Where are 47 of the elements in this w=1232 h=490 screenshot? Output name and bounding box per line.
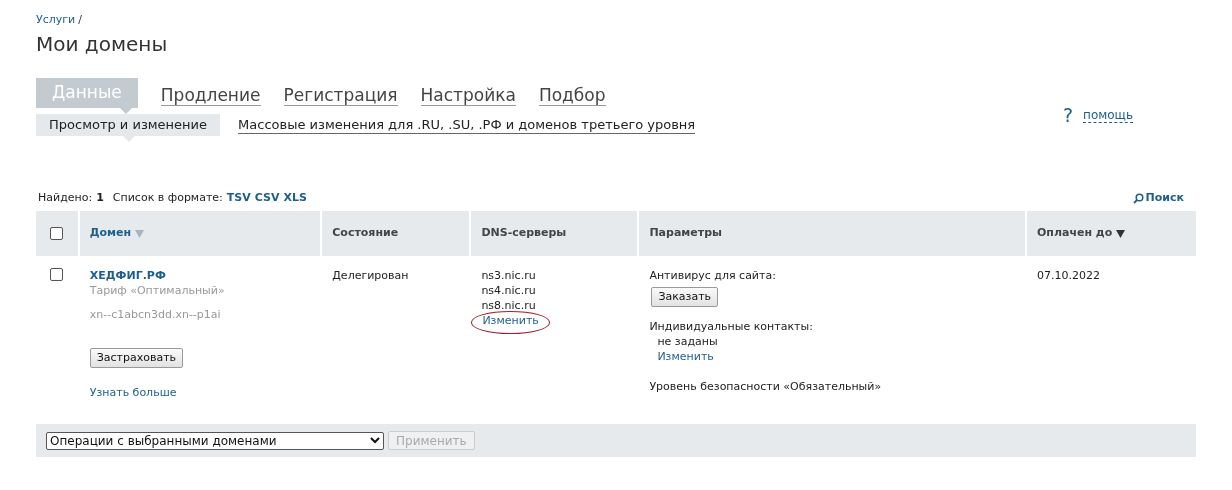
found-count: 1 xyxy=(96,189,104,206)
security-level-text: Уровень безопасности «Обязательный» xyxy=(649,379,882,394)
contacts-change-link[interactable]: Изменить xyxy=(657,349,714,364)
help-link[interactable]: помощь xyxy=(1083,107,1133,123)
dns-server-text: ns3.nic.ru xyxy=(481,268,536,283)
column-label: Оплачен до xyxy=(1037,225,1113,242)
breadcrumb-separator: / xyxy=(78,11,82,28)
search-icon xyxy=(1132,192,1144,204)
dns-server-text: ns4.nic.ru xyxy=(481,283,536,298)
tab[interactable]: Регистрация xyxy=(283,85,398,106)
search-link[interactable]: Поиск xyxy=(1132,189,1184,207)
tariff-text: Тариф «Оптимальный» xyxy=(89,283,225,298)
dns-change-link[interactable]: Изменить xyxy=(481,314,540,327)
help-icon: ? xyxy=(1062,105,1074,125)
tab[interactable]: Подбор xyxy=(538,85,606,106)
format-link[interactable]: TSV xyxy=(226,189,251,207)
contacts-value: не заданы xyxy=(657,334,718,349)
found-label: Найдено: xyxy=(38,189,93,206)
domain-link[interactable]: ХЕДФИГ.РФ xyxy=(89,268,166,283)
operations-select[interactable]: Операции с выбранными доменами xyxy=(46,431,384,450)
insure-button[interactable]: Застраховать xyxy=(89,348,184,368)
format-link[interactable]: XLS xyxy=(283,189,307,207)
format-label: Список в формате: xyxy=(112,189,223,206)
order-button[interactable]: Заказать xyxy=(651,287,719,307)
format-link[interactable]: CSV xyxy=(254,189,280,207)
sort-icon[interactable] xyxy=(1116,229,1126,238)
dns-server-text: ns8.nic.ru xyxy=(481,298,536,313)
column-label: Состояние xyxy=(332,225,399,242)
status-text: Делегирован xyxy=(332,269,409,282)
tab-pointer xyxy=(123,136,135,142)
contacts-label: Индивидуальные контакты: xyxy=(649,319,813,334)
column-label: DNS-серверы xyxy=(481,225,567,242)
paid-until-date: 07.10.2022 xyxy=(1037,269,1100,282)
breadcrumb-link[interactable]: Услуги xyxy=(36,11,76,29)
column-link[interactable]: Домен xyxy=(89,225,132,242)
tab[interactable]: Продление xyxy=(160,85,261,106)
antivirus-label: Антивирус для сайта: xyxy=(649,268,776,283)
table-header-cell[interactable]: Домен xyxy=(79,211,321,256)
chevron-down-icon xyxy=(370,437,380,444)
column-label: Параметры xyxy=(649,225,722,242)
punycode-text: xn--c1abcn3dd.xn--p1ai xyxy=(89,307,221,322)
subtab[interactable]: Массовые изменения для .RU, .SU, .РФ и доменов третьего уровня xyxy=(238,116,696,134)
learn-more-link[interactable]: Узнать больше xyxy=(89,385,177,400)
checkbox[interactable] xyxy=(50,227,64,240)
tab[interactable]: Настройка xyxy=(420,85,516,106)
page-title: Мои домены xyxy=(36,31,169,58)
checkbox[interactable] xyxy=(50,268,64,281)
